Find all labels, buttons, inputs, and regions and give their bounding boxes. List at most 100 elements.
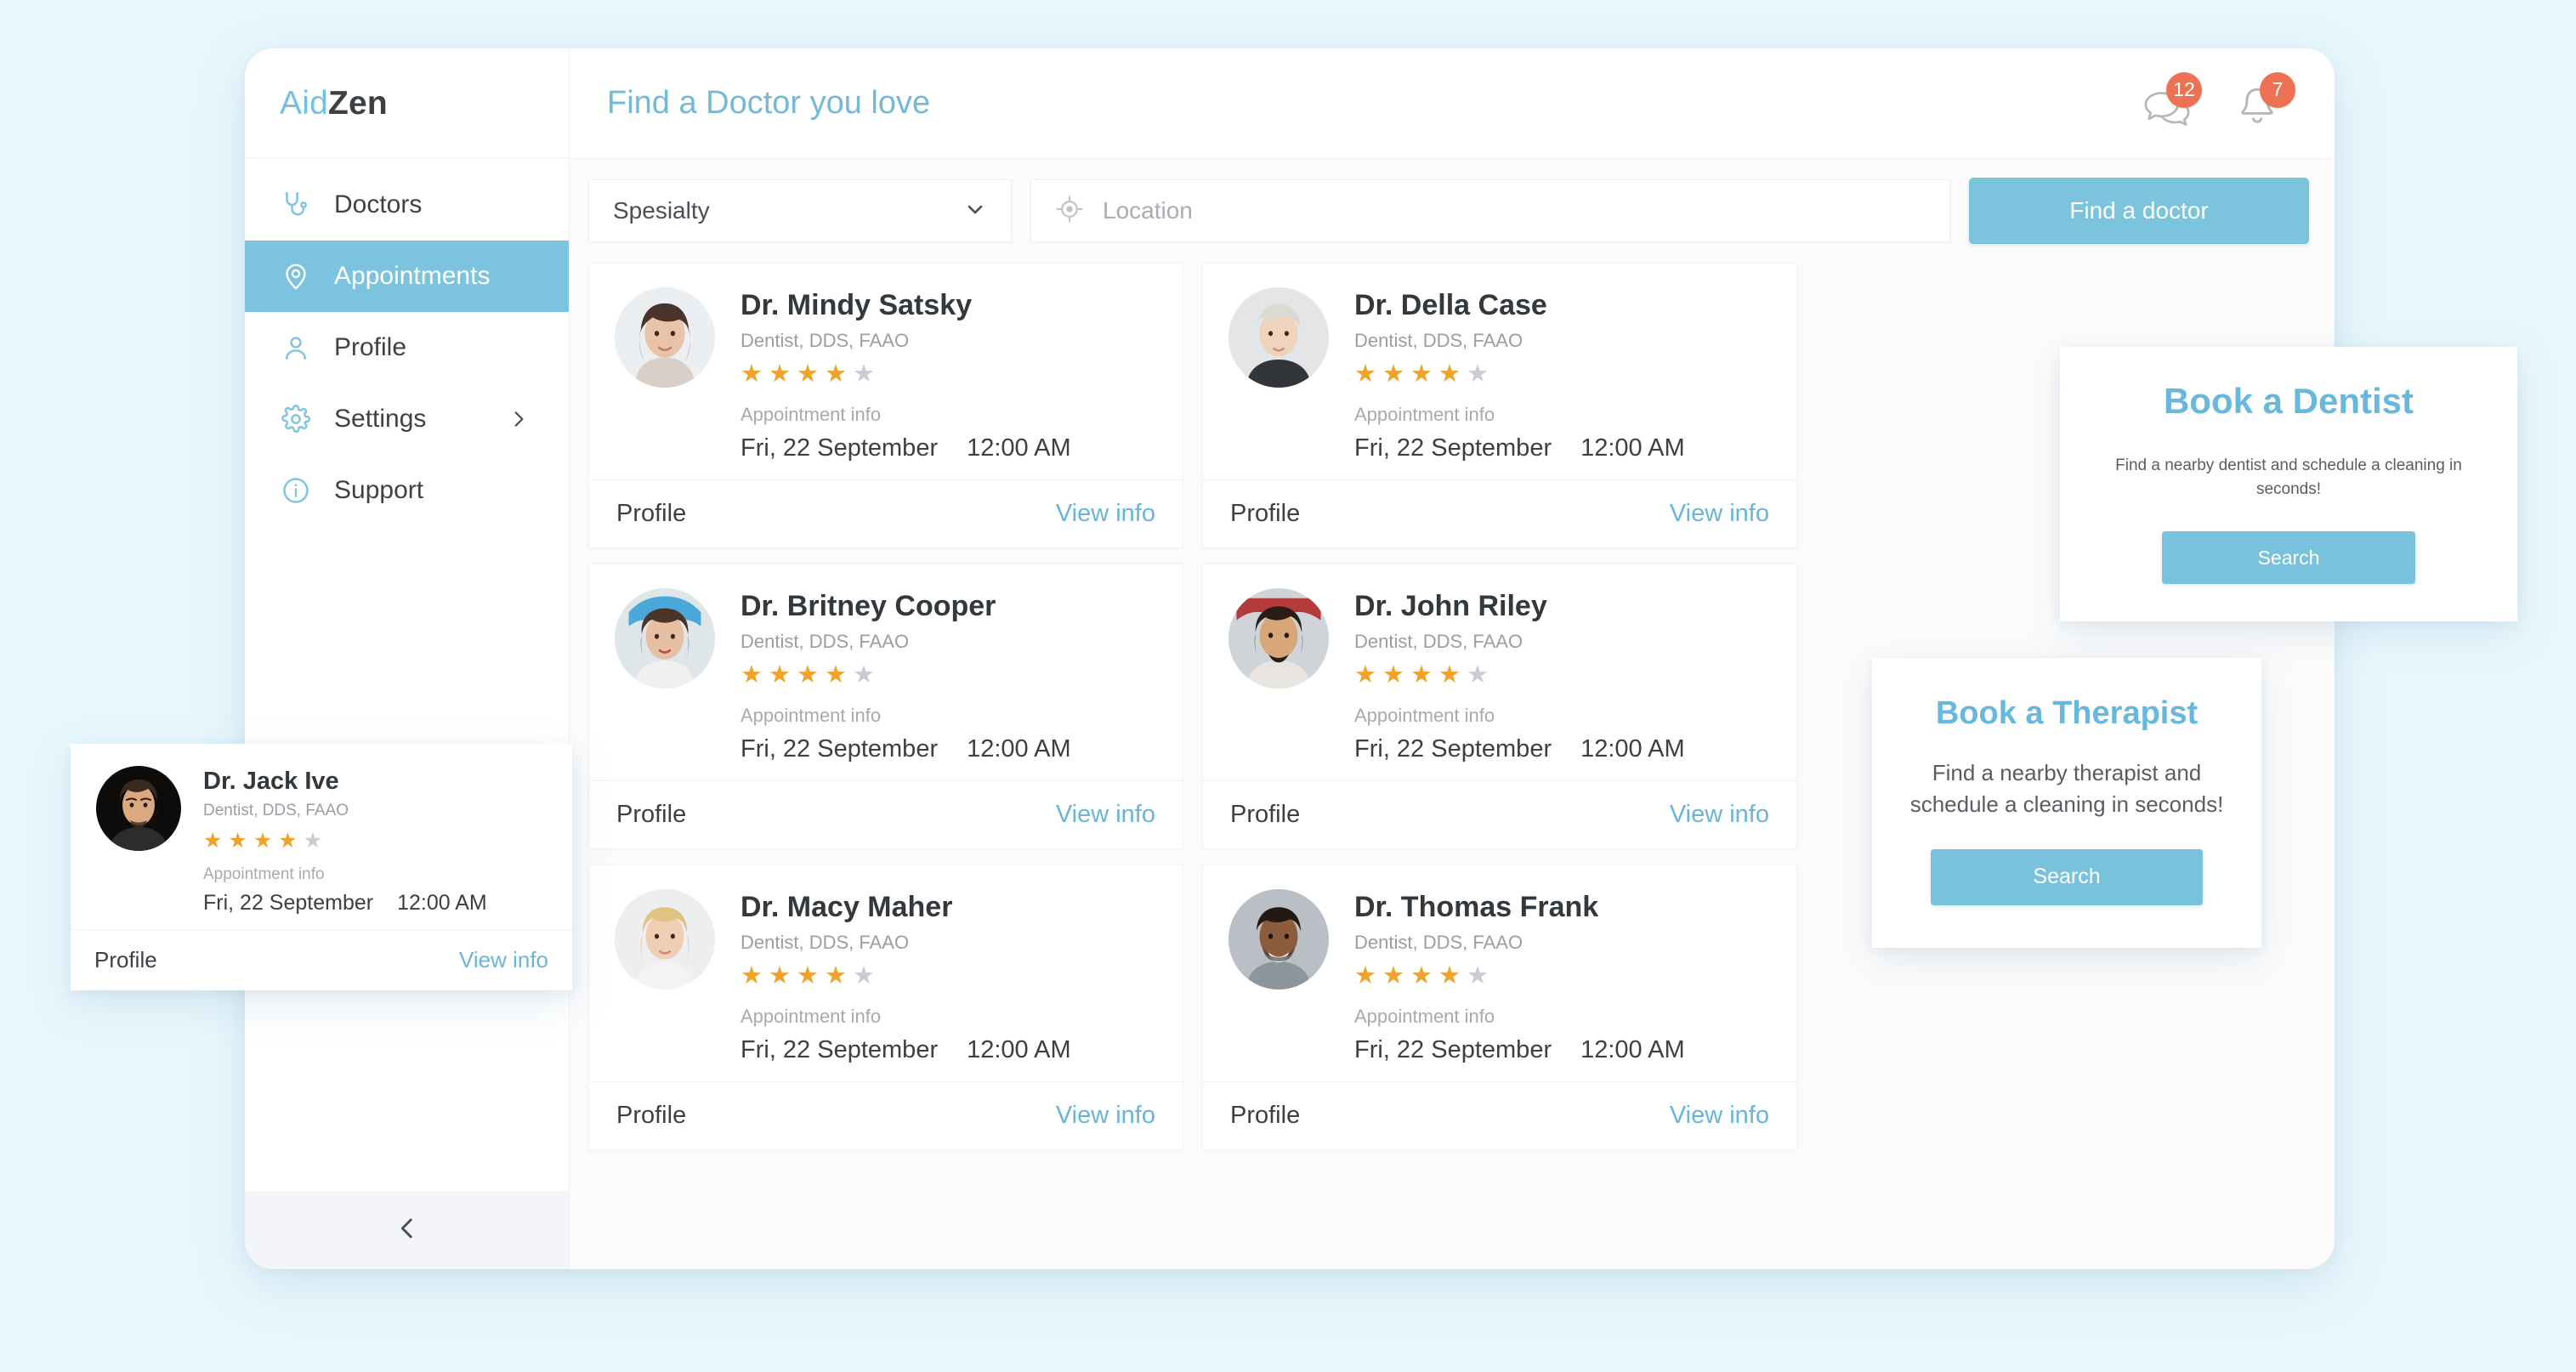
- star-icon: ★: [740, 661, 763, 689]
- doctor-name: Dr. Mindy Satsky: [740, 289, 973, 321]
- location-input-placeholder: Location: [1103, 197, 1193, 224]
- sidebar-item-appointments[interactable]: Appointments: [245, 241, 569, 312]
- doctor-name: Dr. Della Case: [1354, 289, 1547, 321]
- sidebar-item-profile[interactable]: Profile: [245, 312, 569, 383]
- sidebar-collapse-button[interactable]: [245, 1191, 569, 1269]
- doctor-card[interactable]: Dr. Thomas Frank Dentist, DDS, FAAO ★ ★ …: [1202, 865, 1797, 1151]
- appointment-time: 12:00 AM: [967, 1036, 1071, 1064]
- view-info-link[interactable]: View info: [1670, 500, 1769, 528]
- doctor-card-footer: Profile View info: [1203, 479, 1796, 547]
- appointment-row: Fri, 22 September 12:00 AM: [740, 434, 1157, 462]
- doctor-card-body: Dr. John Riley Dentist, DDS, FAAO ★ ★ ★ …: [1203, 564, 1796, 780]
- appointment-info-label: Appointment info: [203, 865, 325, 884]
- doctor-info: Dr. John Riley Dentist, DDS, FAAO ★ ★ ★ …: [1354, 588, 1771, 763]
- appointment-row: Fri, 22 September 12:00 AM: [1354, 434, 1771, 462]
- avatar: [96, 766, 181, 851]
- app-logo[interactable]: AidZen: [245, 48, 569, 159]
- avatar: [1228, 287, 1329, 388]
- star-icon: ★: [740, 962, 763, 990]
- appointment-date: Fri, 22 September: [740, 434, 939, 462]
- view-info-link[interactable]: View info: [1670, 1102, 1769, 1130]
- doctor-card-body: Dr. Jack Ive Dentist, DDS, FAAO ★ ★ ★ ★ …: [71, 744, 572, 929]
- star-icon: ★: [1467, 661, 1489, 689]
- promo-title: Book a Dentist: [2163, 381, 2414, 421]
- promo-search-button[interactable]: Search: [1931, 848, 2203, 905]
- profile-link[interactable]: Profile: [94, 947, 157, 973]
- chevron-left-icon: [393, 1214, 422, 1247]
- doctor-card[interactable]: Dr. Della Case Dentist, DDS, FAAO ★ ★ ★ …: [1202, 263, 1797, 549]
- star-icon: ★: [1382, 360, 1404, 388]
- star-icon: ★: [1354, 360, 1376, 388]
- logo-text-secondary: Zen: [327, 84, 388, 122]
- specialty-select-value: Spesialty: [613, 197, 710, 224]
- filter-bar: Spesialty Location Find a doctor: [570, 159, 2335, 263]
- appointment-row: Fri, 22 September 12:00 AM: [1354, 1036, 1771, 1064]
- specialty-select[interactable]: Spesialty: [588, 179, 1012, 242]
- doctor-info: Dr. Della Case Dentist, DDS, FAAO ★ ★ ★ …: [1354, 287, 1771, 462]
- floating-doctor-card[interactable]: Dr. Jack Ive Dentist, DDS, FAAO ★ ★ ★ ★ …: [71, 744, 572, 991]
- profile-link[interactable]: Profile: [616, 1102, 686, 1130]
- doctor-card[interactable]: Dr. Mindy Satsky Dentist, DDS, FAAO ★ ★ …: [588, 263, 1183, 549]
- star-icon: ★: [797, 661, 819, 689]
- appointment-time: 12:00 AM: [397, 891, 487, 916]
- view-info-link[interactable]: View info: [459, 947, 548, 973]
- doctor-specialty: Dentist, DDS, FAAO: [740, 631, 910, 653]
- star-icon: ★: [853, 962, 875, 990]
- view-info-link[interactable]: View info: [1056, 500, 1155, 528]
- sidebar-item-support[interactable]: Support: [245, 455, 569, 526]
- star-icon: ★: [769, 360, 791, 388]
- rating-stars: ★ ★ ★ ★ ★: [1354, 663, 1771, 688]
- star-icon: ★: [825, 661, 847, 689]
- promo-card-dentist[interactable]: Book a Dentist Find a nearby dentist and…: [2060, 347, 2517, 622]
- location-input[interactable]: Location: [1030, 179, 1950, 242]
- doctor-info: Dr. Mindy Satsky Dentist, DDS, FAAO ★ ★ …: [740, 287, 1157, 462]
- rating-stars: ★ ★ ★ ★ ★: [740, 362, 1157, 387]
- view-info-link[interactable]: View info: [1056, 801, 1155, 829]
- crosshair-target-icon: [1055, 195, 1084, 228]
- profile-link[interactable]: Profile: [1230, 500, 1300, 528]
- profile-link[interactable]: Profile: [1230, 801, 1300, 829]
- doctor-card-footer: Profile View info: [589, 479, 1183, 547]
- profile-link[interactable]: Profile: [1230, 1102, 1300, 1130]
- sidebar-item-doctors[interactable]: Doctors: [245, 169, 569, 241]
- doctor-card[interactable]: Dr. Macy Maher Dentist, DDS, FAAO ★ ★ ★ …: [588, 865, 1183, 1151]
- doctor-card-footer: Profile View info: [589, 1081, 1183, 1149]
- appointment-time: 12:00 AM: [1580, 1036, 1685, 1064]
- view-info-link[interactable]: View info: [1056, 1102, 1155, 1130]
- star-icon: ★: [797, 360, 819, 388]
- find-doctor-button[interactable]: Find a doctor: [1969, 178, 2309, 244]
- star-icon: ★: [1438, 661, 1461, 689]
- doctor-card[interactable]: Dr. John Riley Dentist, DDS, FAAO ★ ★ ★ …: [1202, 564, 1797, 850]
- info-circle-icon: [280, 474, 312, 507]
- chevron-down-icon: [963, 197, 987, 225]
- appointment-info-label: Appointment info: [740, 1006, 882, 1028]
- top-bar: Find a Doctor you love 12 7: [570, 48, 2335, 159]
- doctor-card[interactable]: Dr. Britney Cooper Dentist, DDS, FAAO ★ …: [588, 564, 1183, 850]
- doctor-card-body: Dr. Britney Cooper Dentist, DDS, FAAO ★ …: [589, 564, 1183, 780]
- doctor-card-body: Dr. Della Case Dentist, DDS, FAAO ★ ★ ★ …: [1203, 264, 1796, 479]
- doctor-name: Dr. Macy Maher: [740, 891, 953, 924]
- appointment-row: Fri, 22 September 12:00 AM: [203, 891, 550, 916]
- doctor-card-footer: Profile View info: [71, 929, 572, 990]
- promo-card-therapist[interactable]: Book a Therapist Find a nearby therapist…: [1872, 658, 2261, 948]
- doctor-name: Dr. John Riley: [1354, 590, 1547, 623]
- star-icon: ★: [203, 829, 223, 853]
- promo-search-button[interactable]: Search: [2162, 531, 2415, 585]
- doctor-specialty: Dentist, DDS, FAAO: [203, 802, 349, 820]
- star-icon: ★: [1438, 962, 1461, 990]
- doctor-info: Dr. Thomas Frank Dentist, DDS, FAAO ★ ★ …: [1354, 889, 1771, 1064]
- view-info-link[interactable]: View info: [1670, 801, 1769, 829]
- notifications-button[interactable]: 7: [2234, 71, 2295, 128]
- topbar-actions: 12 7: [2141, 71, 2295, 128]
- profile-link[interactable]: Profile: [616, 801, 686, 829]
- star-icon: ★: [1354, 962, 1376, 990]
- avatar: [1228, 889, 1329, 990]
- star-icon: ★: [1354, 661, 1376, 689]
- doctor-info: Dr. Jack Ive Dentist, DDS, FAAO ★ ★ ★ ★ …: [203, 766, 550, 916]
- logo-text: AidZen: [280, 85, 388, 122]
- messages-button[interactable]: 12: [2141, 71, 2202, 128]
- star-icon: ★: [769, 962, 791, 990]
- sidebar-item-settings[interactable]: Settings: [245, 383, 569, 455]
- profile-link[interactable]: Profile: [616, 500, 686, 528]
- appointment-info-label: Appointment info: [1354, 1006, 1495, 1028]
